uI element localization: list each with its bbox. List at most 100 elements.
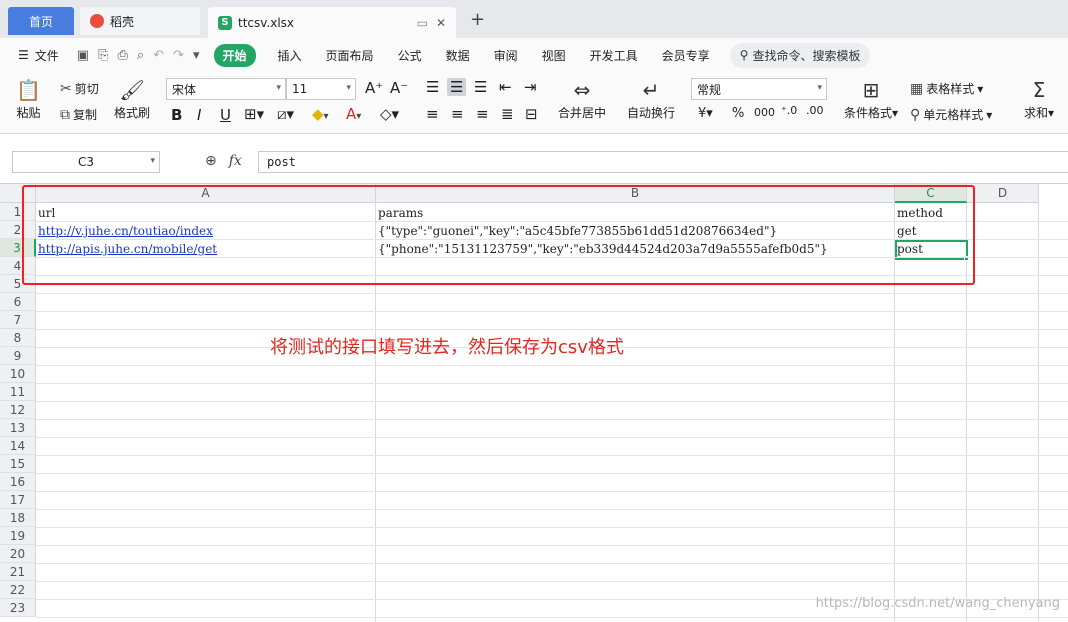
increase-decimal-icon[interactable]: ⁺.0 <box>781 104 797 117</box>
decrease-decimal-icon[interactable]: .00 <box>806 104 824 117</box>
chevron-down-icon: ▾ <box>276 83 281 93</box>
decrease-font-icon[interactable]: A⁻ <box>390 79 408 97</box>
row-header-6[interactable]: 6 <box>0 293 36 311</box>
row-header-13[interactable]: 13 <box>0 419 36 437</box>
row-divider <box>36 419 1068 420</box>
row-header-14[interactable]: 14 <box>0 437 36 455</box>
export-icon[interactable]: ⎘ <box>98 48 108 63</box>
copy-button[interactable]: ⧉ 复制 <box>60 106 97 123</box>
font-color-icon[interactable]: A▾ <box>346 105 361 123</box>
cell-style-label: 单元格样式 <box>923 108 984 122</box>
row-header-17[interactable]: 17 <box>0 491 36 509</box>
row-header-8[interactable]: 8 <box>0 329 36 347</box>
row-header-10[interactable]: 10 <box>0 365 36 383</box>
font-size-select[interactable]: 11 ▾ <box>286 78 356 100</box>
formula-input[interactable]: post <box>258 151 1068 173</box>
copy-icon: ⧉ <box>60 106 70 123</box>
tab-bar: 首页 稻壳 S ttcsv.xlsx ▭ ✕ + <box>0 0 1068 38</box>
fx-icon[interactable]: fx <box>229 153 242 169</box>
align-left-icon[interactable]: ≡ <box>426 105 439 123</box>
number-format-select[interactable]: 常规 ▾ <box>691 78 827 100</box>
tab-ttcsv[interactable]: S ttcsv.xlsx ▭ ✕ <box>208 7 456 38</box>
close-tab-icon[interactable]: ✕ <box>436 16 446 30</box>
row-header-12[interactable]: 12 <box>0 401 36 419</box>
row-header-15[interactable]: 15 <box>0 455 36 473</box>
justify-icon[interactable]: ≣ <box>501 105 514 123</box>
align-right-icon[interactable]: ≡ <box>476 105 489 123</box>
clipboard-icon: 📋 <box>16 78 41 102</box>
tab-docer[interactable]: 稻壳 <box>80 7 200 35</box>
font-name-select[interactable]: 宋体 ▾ <box>166 78 286 100</box>
table-style-button[interactable]: ▦ 表格样式 ▾ <box>910 80 983 97</box>
chevron-down-icon[interactable]: ▾ <box>193 48 200 63</box>
percent-icon[interactable]: % <box>732 106 744 121</box>
italic-icon[interactable]: I <box>197 106 201 124</box>
paste-button[interactable]: 📋 粘贴 <box>16 78 41 121</box>
row-divider <box>36 401 1068 402</box>
menu-insert[interactable]: 插入 <box>266 47 314 64</box>
align-middle-icon[interactable]: ☰ <box>447 78 467 96</box>
merge-icon: ⇔ <box>573 78 591 102</box>
menu-data[interactable]: 数据 <box>434 47 482 64</box>
indent-increase-icon[interactable]: ⇥ <box>524 78 537 96</box>
print-icon[interactable]: ⎙ <box>117 48 127 63</box>
row-header-16[interactable]: 16 <box>0 473 36 491</box>
name-box[interactable]: C3 ▾ <box>12 151 160 173</box>
increase-font-icon[interactable]: A⁺ <box>365 79 383 97</box>
row-divider <box>36 545 1068 546</box>
row-divider <box>36 383 1068 384</box>
command-search[interactable]: ⚲ 查找命令、搜索模板 <box>729 42 871 68</box>
menu-start[interactable]: 开始 <box>213 43 256 67</box>
row-header-20[interactable]: 20 <box>0 545 36 563</box>
align-bottom-icon[interactable]: ☰ <box>474 78 487 96</box>
border-icon[interactable]: ⊞▾ <box>244 105 264 123</box>
sum-button[interactable]: Σ 求和▾ <box>1024 78 1054 121</box>
undo-icon[interactable]: ↶ <box>153 48 164 63</box>
bold-icon[interactable]: B <box>171 106 182 124</box>
merge-center-button[interactable]: ⇔ 合并居中 <box>558 78 606 121</box>
menu-formula[interactable]: 公式 <box>386 47 434 64</box>
menu-developer[interactable]: 开发工具 <box>578 47 650 64</box>
row-header-9[interactable]: 9 <box>0 347 36 365</box>
currency-icon[interactable]: ¥▾ <box>698 106 713 121</box>
menu-file[interactable]: ☰ 文件 <box>0 47 69 64</box>
row-header-21[interactable]: 21 <box>0 563 36 581</box>
row-header-7[interactable]: 7 <box>0 311 36 329</box>
clear-format-icon[interactable]: ◇▾ <box>380 105 399 123</box>
thousands-icon[interactable]: 000 <box>754 106 775 119</box>
underline-icon[interactable]: U <box>220 106 231 124</box>
distributed-icon[interactable]: ⊟ <box>525 105 538 123</box>
print-preview-icon[interactable]: ⌕ <box>137 48 144 63</box>
menu-view[interactable]: 视图 <box>530 47 578 64</box>
fill-color-icon[interactable]: ◆▾ <box>312 105 329 123</box>
cut-button[interactable]: ✂ 剪切 <box>60 80 99 97</box>
format-painter-button[interactable]: 🖌 格式刷 <box>114 78 150 121</box>
row-header-23[interactable]: 23 <box>0 599 36 617</box>
row-header-18[interactable]: 18 <box>0 509 36 527</box>
row-divider <box>36 365 1068 366</box>
conditional-format-button[interactable]: ⊞ 条件格式▾ <box>844 78 898 121</box>
wrap-icon: ↵ <box>642 78 660 102</box>
row-header-22[interactable]: 22 <box>0 581 36 599</box>
column-header-d[interactable]: D <box>967 184 1039 203</box>
tab-home[interactable]: 首页 <box>8 7 74 35</box>
save-icon[interactable]: ▣ <box>77 48 89 63</box>
cell-style-button[interactable]: ⚲ 单元格样式 ▾ <box>910 106 992 123</box>
align-top-icon[interactable]: ☰ <box>426 78 439 96</box>
menu-page-layout[interactable]: 页面布局 <box>314 47 386 64</box>
menu-member[interactable]: 会员专享 <box>650 47 722 64</box>
fill-pattern-icon[interactable]: ⧄▾ <box>277 105 294 123</box>
wrap-text-button[interactable]: ↵ 自动换行 <box>627 78 675 121</box>
indent-decrease-icon[interactable]: ⇤ <box>499 78 512 96</box>
align-center-icon[interactable]: ≡ <box>451 105 464 123</box>
zoom-icon[interactable]: ⊕ <box>205 153 217 169</box>
add-tab-icon[interactable]: + <box>470 9 485 30</box>
redo-icon[interactable]: ↷ <box>173 48 184 63</box>
sum-text: 求和▾ <box>1024 106 1055 120</box>
row-header-19[interactable]: 19 <box>0 527 36 545</box>
chevron-down-icon: ▾ <box>346 83 351 93</box>
window-icon[interactable]: ▭ <box>417 16 428 30</box>
row-header-11[interactable]: 11 <box>0 383 36 401</box>
menu-review[interactable]: 审阅 <box>482 47 530 64</box>
hamburger-icon: ☰ <box>18 48 29 62</box>
